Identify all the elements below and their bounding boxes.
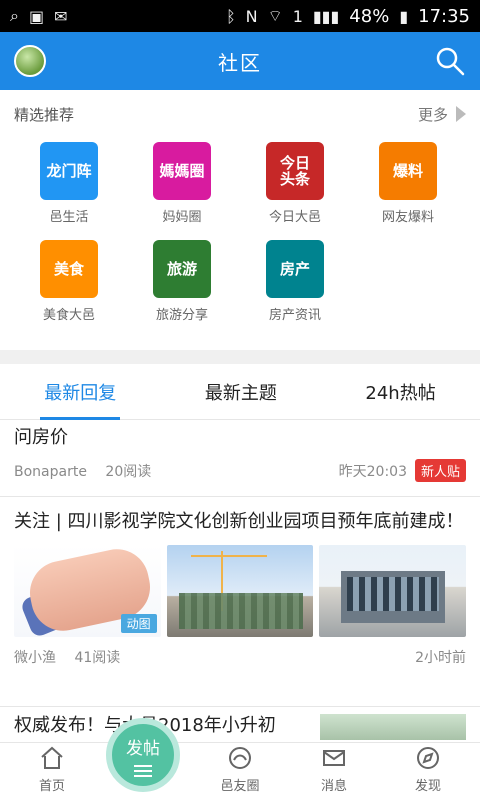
post-time: 昨天20:03 [338, 463, 407, 480]
avatar[interactable] [14, 45, 46, 77]
featured-tile[interactable]: 房产 房产资讯 [240, 240, 350, 323]
featured-tile[interactable]: 今日 头条 今日大邑 [240, 142, 350, 225]
page-title: 社区 [218, 50, 262, 75]
post-meta: 微小渔 41阅读 2小时前 [14, 647, 466, 667]
post-thumbnail[interactable] [320, 714, 466, 740]
featured-header: 精选推荐 更多 [0, 96, 480, 132]
tab-latest-topics[interactable]: 最新主题 [193, 364, 289, 420]
new-user-badge: 新人贴 [414, 459, 466, 482]
post-image-construction[interactable] [166, 545, 314, 637]
circle-icon [229, 747, 251, 769]
tile-icon-longmenzhen: 龙门阵 [40, 142, 98, 200]
search-icon[interactable] [434, 45, 466, 77]
tile-icon-fangchan: 房产 [266, 240, 324, 298]
compass-icon [417, 747, 439, 769]
tile-icon-mama: 媽媽圈 [153, 142, 211, 200]
divider [0, 706, 480, 707]
post-button-label: 发帖 [126, 739, 160, 759]
post-meta: Bonaparte 20阅读 昨天20:03 新人贴 [14, 459, 466, 482]
tile-caption: 旅游分享 [155, 308, 208, 323]
post-reads: 41阅读 [74, 650, 121, 666]
buildings-shape [178, 593, 303, 629]
post-button[interactable]: 发帖 [106, 718, 180, 792]
app-bar: 社区 [0, 32, 480, 90]
list-item[interactable]: 关注 | 四川影视学院文化创新创业园项目预年底前建成！ 动图 微小渔 41阅读 … [0, 508, 480, 667]
tile-icon-baoliao: 爆料 [379, 142, 437, 200]
tile-icon-text: 美食 [53, 259, 84, 278]
featured-tile[interactable]: 美食 美食大邑 [14, 240, 124, 323]
list-item[interactable]: 问房价 Bonaparte 20阅读 昨天20:03 新人贴 [0, 424, 480, 482]
wifi-icon: ⌔ [267, 6, 283, 25]
tile-icon-text: 龙门阵 [46, 161, 92, 180]
battery-level: 48% [349, 5, 390, 27]
nav-home-label: 首页 [38, 779, 65, 794]
nav-circle[interactable]: 邑友圈 [198, 745, 282, 794]
featured-tile[interactable]: 旅游 旅游分享 [127, 240, 237, 323]
nav-circle-label: 邑友圈 [220, 779, 260, 794]
bottom-nav: 首页 邑友圈 消息 发现 [0, 742, 480, 800]
signal-icon: ▮▮▮ [312, 6, 340, 26]
tile-icon-text: 爆料 [392, 161, 423, 180]
tile-icon-text: 旅游 [166, 259, 197, 278]
mail-notification-icon: ✉ [54, 6, 68, 26]
tile-icon-meishi: 美食 [40, 240, 98, 298]
chevron-right-icon [456, 106, 466, 122]
search-notification-icon: ⌕ [10, 6, 19, 25]
building-shape [341, 571, 446, 623]
post-images: 动图 [14, 545, 467, 637]
section-divider [0, 350, 480, 364]
post-author: 微小渔 [14, 650, 56, 666]
featured-tile[interactable]: 爆料 网友爆料 [353, 142, 463, 225]
nav-discover-label: 发现 [414, 779, 441, 794]
image-notification-icon: ▣ [28, 6, 45, 26]
animated-badge: 动图 [120, 614, 157, 633]
featured-label: 精选推荐 [14, 105, 75, 124]
post-image-building[interactable] [319, 545, 467, 637]
tab-latest-replies[interactable]: 最新回复 [32, 364, 128, 420]
post-title: 关注 | 四川影视学院文化创新创业园项目预年底前建成！ [14, 511, 464, 532]
status-bar: ⌕ ▣ ✉ ᛒ N ⌔ 1 ▮▮▮ 48% ▮ 17:35 [0, 0, 480, 32]
sim-icon: 1 [292, 6, 303, 26]
battery-icon: ▮ [399, 6, 409, 26]
nav-messages-label: 消息 [320, 779, 347, 794]
post-author: Bonaparte [14, 463, 87, 480]
tile-caption: 网友爆料 [381, 210, 434, 225]
nav-messages[interactable]: 消息 [292, 745, 376, 794]
nfc-icon: N [245, 6, 258, 26]
tile-icon-text: 房产 [279, 259, 310, 278]
tab-24h-hot[interactable]: 24h热帖 [353, 364, 447, 420]
tile-caption: 美食大邑 [42, 308, 95, 323]
tile-icon-text: 媽媽圈 [159, 161, 205, 180]
mail-icon [323, 750, 345, 766]
more-link[interactable]: 更多 [418, 104, 466, 125]
bluetooth-icon: ᛒ [226, 6, 236, 26]
feed-tabs: 最新回复 最新主题 24h热帖 [0, 364, 480, 420]
tile-caption: 妈妈圈 [162, 210, 202, 225]
tile-caption: 房产资讯 [268, 308, 321, 323]
post-title: 问房价 [14, 427, 68, 448]
tile-caption: 今日大邑 [268, 210, 321, 225]
featured-tile[interactable]: 媽媽圈 妈妈圈 [127, 142, 237, 225]
tile-icon-lvyou: 旅游 [153, 240, 211, 298]
tile-icon-toutiao: 今日 头条 [266, 142, 324, 200]
post-reads: 20阅读 [105, 463, 152, 480]
tile-icon-text: 今日 头条 [279, 153, 310, 188]
more-label: 更多 [417, 105, 448, 124]
tile-caption: 邑生活 [49, 210, 89, 225]
menu-lines-icon [134, 765, 152, 777]
post-time: 2小时前 [415, 650, 466, 666]
crane-arm [190, 555, 267, 557]
nav-discover[interactable]: 发现 [386, 745, 470, 794]
home-icon [41, 746, 63, 769]
divider [0, 496, 480, 497]
nav-home[interactable]: 首页 [10, 745, 94, 794]
clock: 17:35 [418, 5, 470, 27]
post-image-handshake[interactable]: 动图 [14, 545, 161, 637]
featured-tile[interactable]: 龙门阵 邑生活 [14, 142, 124, 225]
list-item[interactable]: 权威发布！与大邑2018年小升初 [0, 712, 480, 742]
